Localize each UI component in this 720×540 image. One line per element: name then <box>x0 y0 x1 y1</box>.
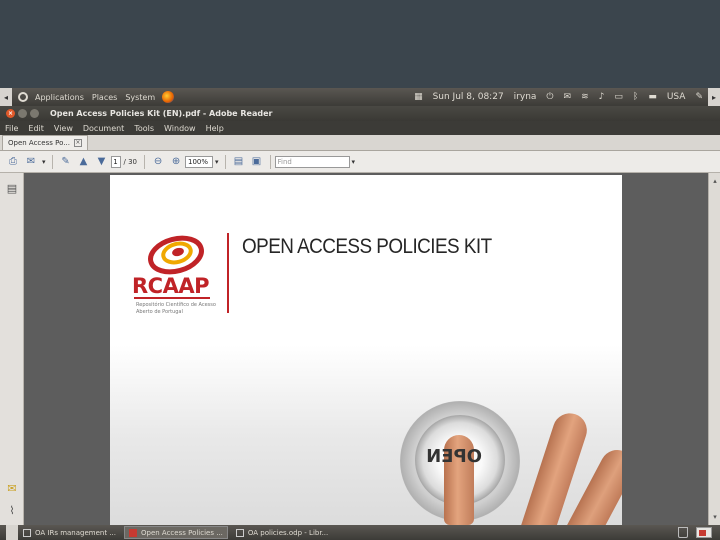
taskbar-item-oa-irs[interactable]: OA IRs management ... <box>18 526 121 539</box>
panel-left-arrow-icon[interactable]: ◂ <box>0 88 12 106</box>
rcaap-logo-icon <box>148 235 204 275</box>
comment-icon[interactable]: ✎ <box>59 155 73 169</box>
tab-label: Open Access Po... <box>8 139 70 147</box>
workspace-switcher[interactable] <box>696 527 712 538</box>
reader-toolbar: ⎙ ✉ ▾ ✎ ▲ ▼ 1 / 30 ⊖ ⊕ 100% ▾ ▤ ▣ Find ▾ <box>0 151 720 173</box>
panel-right-arrow-icon[interactable]: ▸ <box>708 88 720 106</box>
document-tab-bar: Open Access Po... × <box>0 135 720 151</box>
title-divider <box>227 233 229 313</box>
taskbar-item-open-access-policies[interactable]: Open Access Policies ... <box>124 526 228 539</box>
document-viewport[interactable]: RCAAP Repositório Científico de Acesso A… <box>24 173 708 525</box>
battery-icon[interactable]: ▬ <box>648 92 657 102</box>
menu-applications[interactable]: Applications <box>31 93 88 102</box>
chat-icon[interactable]: ✎ <box>695 92 703 102</box>
mail-icon[interactable]: ✉ <box>564 92 572 102</box>
page-thumbnails-icon[interactable]: ▤ <box>5 181 19 195</box>
zoom-out-icon[interactable]: ⊖ <box>151 155 165 169</box>
bluetooth-icon[interactable]: ᛒ <box>633 92 638 102</box>
navigation-pane: ▤ ✉ ⌇ <box>0 173 24 525</box>
network-status-icon[interactable]: ▦ <box>414 92 423 102</box>
volume-icon[interactable]: ♪ <box>599 92 605 102</box>
display-icon[interactable]: ▭ <box>614 92 623 102</box>
show-desktop-button[interactable] <box>6 525 18 540</box>
menu-file[interactable]: File <box>0 124 23 133</box>
document-title: OPEN ACCESS POLICIES KIT <box>242 235 492 258</box>
presentation-icon <box>235 528 244 537</box>
page-number-input[interactable]: 1 <box>110 155 121 168</box>
window-close-button[interactable]: × <box>6 109 15 118</box>
tab-close-icon[interactable]: × <box>73 139 82 147</box>
keyboard-layout-indicator[interactable]: USA <box>667 92 686 102</box>
menu-document[interactable]: Document <box>78 124 129 133</box>
menu-view[interactable]: View <box>49 124 78 133</box>
top-panel: ◂ Applications Places System ▦ Sun Jul 8… <box>0 88 720 106</box>
menu-places[interactable]: Places <box>88 93 121 102</box>
adobe-reader-icon <box>129 528 137 537</box>
desktop-background <box>0 0 720 88</box>
open-button-word: OPEN <box>426 446 482 467</box>
vertical-scrollbar[interactable]: ▴ ▾ <box>708 173 720 525</box>
window-title-bar[interactable]: × Open Access Policies Kit (EN).pdf - Ad… <box>0 106 720 121</box>
find-dropdown-chevron-down-icon[interactable]: ▾ <box>352 158 356 166</box>
user-menu[interactable]: iryna <box>514 92 537 102</box>
window-minimize-button[interactable] <box>18 109 27 118</box>
wifi-icon[interactable]: ≋ <box>581 92 589 102</box>
power-icon[interactable]: ⏻ <box>546 92 553 102</box>
window-title: Open Access Policies Kit (EN).pdf - Adob… <box>50 109 273 118</box>
email-icon[interactable]: ✉ <box>24 155 38 169</box>
print-icon[interactable]: ⎙ <box>6 155 20 169</box>
zoom-level-input[interactable]: 100% <box>185 155 214 168</box>
menu-help[interactable]: Help <box>201 124 229 133</box>
scroll-down-icon[interactable]: ▾ <box>711 513 719 521</box>
next-page-icon[interactable]: ▼ <box>95 155 109 169</box>
tab-open-access-policies[interactable]: Open Access Po... × <box>2 135 88 150</box>
find-input[interactable]: Find <box>274 155 350 168</box>
email-dropdown-chevron-down-icon[interactable]: ▾ <box>42 158 46 166</box>
document-icon <box>23 528 31 537</box>
comments-icon[interactable]: ✉ <box>5 481 19 495</box>
scroll-up-icon[interactable]: ▴ <box>711 177 719 185</box>
zoom-dropdown-chevron-down-icon[interactable]: ▾ <box>215 158 219 166</box>
page-count: / 30 <box>123 157 138 166</box>
window-maximize-button[interactable] <box>30 109 39 118</box>
ubuntu-logo-icon <box>18 92 28 102</box>
attachments-icon[interactable]: ⌇ <box>5 503 19 517</box>
trash-icon[interactable] <box>678 527 688 538</box>
taskbar-item-oa-policies-odp[interactable]: OA policies.odp - Libr... <box>231 526 333 539</box>
fit-width-icon[interactable]: ▣ <box>250 155 264 169</box>
bottom-taskbar: OA IRs management ... Open Access Polici… <box>0 525 720 540</box>
logo-text: RCAAP <box>132 274 209 298</box>
menubar: File Edit View Document Tools Window Hel… <box>0 121 720 135</box>
panel-clock[interactable]: Sun Jul 8, 08:27 <box>433 92 504 102</box>
zoom-in-icon[interactable]: ⊕ <box>169 155 183 169</box>
menu-system[interactable]: System <box>121 93 159 102</box>
logo-tagline: Repositório Científico de Acesso Aberto … <box>136 302 216 315</box>
pdf-page: RCAAP Repositório Científico de Acesso A… <box>110 175 622 525</box>
menu-tools[interactable]: Tools <box>129 124 159 133</box>
firefox-launcher-icon[interactable] <box>162 91 175 103</box>
previous-page-icon[interactable]: ▲ <box>77 155 91 169</box>
fit-page-icon[interactable]: ▤ <box>232 155 246 169</box>
menu-edit[interactable]: Edit <box>23 124 49 133</box>
menu-window[interactable]: Window <box>159 124 201 133</box>
